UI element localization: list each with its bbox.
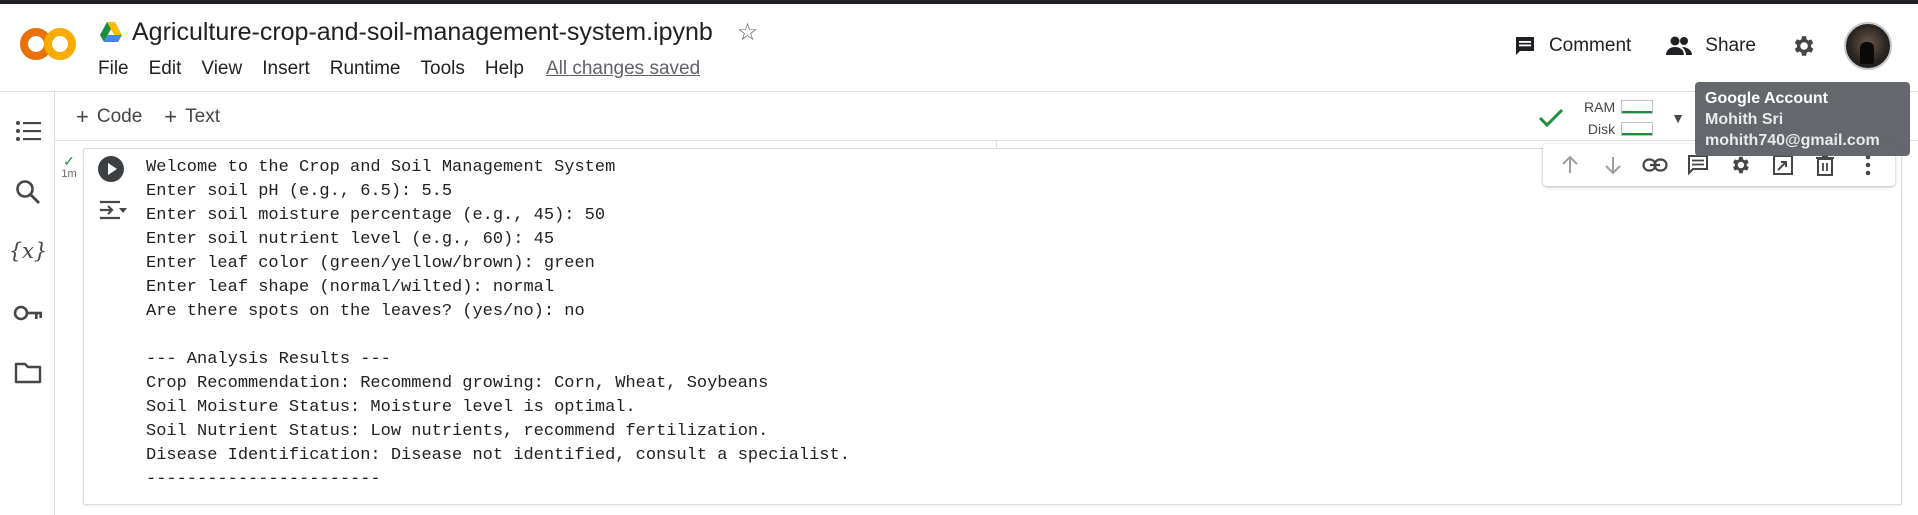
link-icon[interactable] xyxy=(1642,152,1668,178)
output-line: --- Analysis Results --- xyxy=(146,350,391,369)
menu-runtime[interactable]: Runtime xyxy=(330,58,401,80)
tooltip-name: Mohith Sri xyxy=(1705,111,1784,128)
add-code-button[interactable]: + Code xyxy=(76,104,142,130)
window-top-border xyxy=(0,0,1918,4)
output-actions-icon[interactable] xyxy=(98,198,128,222)
menu-edit[interactable]: Edit xyxy=(149,58,182,80)
add-text-button[interactable]: + Text xyxy=(164,104,220,130)
output-line: Enter leaf shape (normal/wilted): normal xyxy=(146,278,555,297)
notebook-title[interactable]: Agriculture-crop-and-soil-management-sys… xyxy=(132,18,713,47)
ram-label: RAM xyxy=(1584,99,1616,115)
disk-meter xyxy=(1621,122,1654,136)
share-button[interactable]: Share xyxy=(1665,35,1756,57)
tooltip-email: mohith740@gmail.com xyxy=(1705,132,1880,149)
search-icon[interactable] xyxy=(13,177,43,207)
variables-icon[interactable]: {𝑥} xyxy=(9,236,48,266)
output-line: Enter leaf color (green/yellow/brown): g… xyxy=(146,254,595,273)
arrow-up-icon[interactable] xyxy=(1557,152,1583,178)
folder-icon[interactable] xyxy=(13,358,43,388)
ram-meter xyxy=(1621,100,1654,114)
output-line: Welcome to the Crop and Soil Management … xyxy=(146,158,616,177)
output-line: Soil Nutrient Status: Low nutrients, rec… xyxy=(146,422,769,441)
key-icon[interactable] xyxy=(13,298,43,328)
plus-icon: + xyxy=(164,104,178,129)
people-icon xyxy=(1666,36,1693,55)
notebook-toolbar: + Code + Text xyxy=(76,104,242,130)
output-line: Enter soil nutrient level (e.g., 60): 45 xyxy=(146,230,555,249)
plus-icon: + xyxy=(76,104,89,129)
add-text-label: Text xyxy=(185,106,220,127)
menu-insert[interactable]: Insert xyxy=(262,58,310,80)
comment-icon xyxy=(1515,37,1534,55)
tooltip-title: Google Account xyxy=(1705,90,1828,107)
google-drive-icon[interactable] xyxy=(100,22,122,42)
output-line: Enter soil pH (e.g., 6.5): 5.5 xyxy=(146,182,453,201)
settings-gear-icon[interactable] xyxy=(1790,33,1816,59)
header-divider xyxy=(0,91,1918,92)
save-status-link[interactable]: All changes saved xyxy=(546,58,700,80)
menu-view[interactable]: View xyxy=(201,58,242,80)
toolbar-divider xyxy=(55,140,1918,141)
share-label: Share xyxy=(1705,35,1756,56)
colab-logo[interactable] xyxy=(18,26,78,62)
left-sidebar: {𝑥} xyxy=(0,92,55,515)
execution-status: ✓ 1m xyxy=(58,154,80,180)
execution-time: 1m xyxy=(61,168,77,180)
run-cell-button[interactable] xyxy=(98,156,124,182)
header-actions: Comment Share xyxy=(1513,20,1918,72)
comment-label: Comment xyxy=(1548,35,1632,56)
runtime-resources[interactable]: RAM Disk ▼ xyxy=(1538,96,1685,140)
menu-help[interactable]: Help xyxy=(485,58,524,80)
output-line: Disease Identification: Disease not iden… xyxy=(146,446,850,465)
execution-check-icon: ✓ xyxy=(63,153,75,169)
table-of-contents-icon[interactable] xyxy=(13,116,43,146)
chevron-down-icon[interactable]: ▼ xyxy=(1671,110,1685,126)
output-line: Enter soil moisture percentage (e.g., 45… xyxy=(146,206,606,225)
account-avatar[interactable] xyxy=(1844,22,1892,70)
resource-meters: RAM Disk xyxy=(1584,96,1654,140)
account-tooltip: Google Account Mohith Sri mohith740@gmai… xyxy=(1695,82,1910,156)
connected-check-icon xyxy=(1538,108,1564,128)
menu-bar: File Edit View Insert Runtime Tools Help… xyxy=(98,58,720,80)
add-code-label: Code xyxy=(96,106,143,127)
comment-button[interactable]: Comment xyxy=(1513,34,1631,58)
star-icon[interactable]: ☆ xyxy=(737,18,759,47)
output-line: Are there spots on the leaves? (yes/no):… xyxy=(146,302,585,321)
arrow-down-icon[interactable] xyxy=(1600,152,1626,178)
disk-label: Disk xyxy=(1587,121,1616,137)
menu-file[interactable]: File xyxy=(98,58,129,80)
notebook-title-row: Agriculture-crop-and-soil-management-sys… xyxy=(100,16,758,48)
output-line: Soil Moisture Status: Moisture level is … xyxy=(146,398,636,417)
menu-tools[interactable]: Tools xyxy=(421,58,465,80)
output-line: Crop Recommendation: Recommend growing: … xyxy=(146,374,769,393)
output-line: ----------------------- xyxy=(146,470,381,489)
cell-output: Welcome to the Crop and Soil Management … xyxy=(146,156,850,492)
